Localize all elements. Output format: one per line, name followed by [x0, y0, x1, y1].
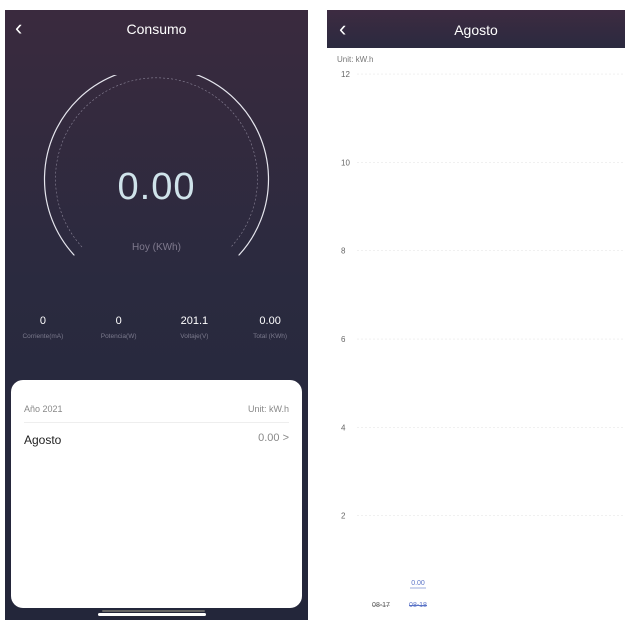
- page-title: Consumo: [126, 21, 187, 37]
- x-tick-label: 08-17: [372, 602, 390, 609]
- y-tick-label: 2: [341, 512, 346, 521]
- unit-label: Unit: kW.h: [247, 404, 289, 414]
- month-row-value[interactable]: 0.00 >: [258, 432, 289, 444]
- agosto-screen: ‹ Agosto Unit: kW.h 2 4 6 8 10 12 08-17 08-18 0.0…: [327, 10, 625, 622]
- header: ‹ Agosto: [327, 10, 625, 48]
- page-title: Agosto: [454, 22, 498, 38]
- home-indicator: [102, 610, 205, 612]
- home-indicator: [98, 613, 206, 616]
- stat-current: 0 Corriente(mA): [5, 315, 81, 340]
- stat-value: 201.1: [180, 315, 209, 327]
- stat-label: Total (KWh): [253, 333, 288, 340]
- month-row-label[interactable]: Agosto: [24, 433, 61, 447]
- stat-label: Voltaje(V): [180, 333, 209, 340]
- gauge-inner-arc: [55, 77, 258, 248]
- x-tick-label: 08-18: [409, 602, 427, 609]
- stats-row: 0 Corriente(mA) 0 Potencia(W) 201.1 Volt…: [5, 315, 308, 340]
- y-tick-label: 10: [341, 158, 350, 167]
- stat-total: 0.00 Total (KWh): [232, 315, 308, 340]
- monthly-card: Año 2021 Unit: kW.h Agosto 0.00 >: [11, 380, 302, 608]
- data-label: 0.00: [411, 580, 425, 587]
- y-tick-label: 8: [341, 247, 346, 256]
- stat-label: Potencia(W): [100, 333, 137, 340]
- stat-power: 0 Potencia(W): [81, 315, 157, 340]
- stat-label: Corriente(mA): [22, 333, 64, 340]
- consumo-screen: ‹ Consumo 0.00 Hoy (KWh) 0 Corriente(mA)…: [5, 10, 308, 620]
- gauge-unit-label: Hoy (KWh): [132, 242, 181, 253]
- y-tick-label: 6: [341, 335, 346, 344]
- divider: [24, 422, 289, 423]
- header: ‹ Consumo: [5, 10, 308, 46]
- unit-label: Unit: kW.h: [337, 55, 373, 64]
- stat-value: 0: [115, 315, 122, 327]
- stat-value: 0.00: [259, 315, 281, 327]
- y-tick-label: 4: [341, 423, 346, 432]
- gauge-value: 0.00: [117, 166, 196, 208]
- stat-voltage: 201.1 Voltaje(V): [157, 315, 233, 340]
- daily-chart: Unit: kW.h 2 4 6 8 10 12 08-17 08-18 0.00: [337, 55, 625, 609]
- y-tick-label: 12: [341, 70, 350, 79]
- gauge-arc: [43, 75, 270, 256]
- year-label: Año 2021: [24, 404, 63, 414]
- stat-value: 0: [39, 315, 46, 327]
